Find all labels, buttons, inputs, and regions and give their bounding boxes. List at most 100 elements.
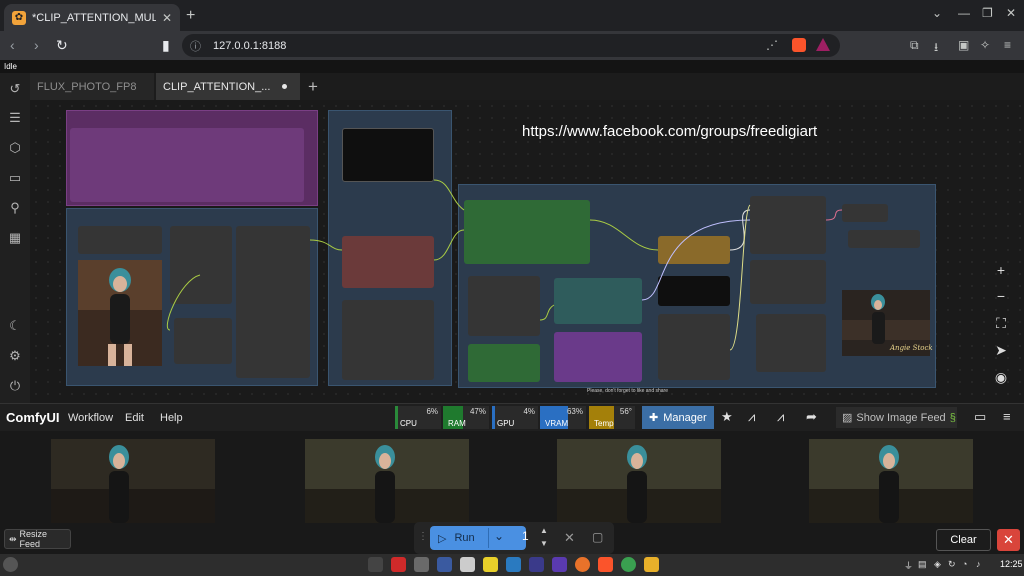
share-icon[interactable]: ⋰ <box>766 38 778 52</box>
temp-value: 56° <box>619 407 632 416</box>
workflow-tabs: FLUX_PHOTO_FP8 CLIP_ATTENTION_... + <box>30 73 1024 100</box>
krita-app-icon[interactable] <box>552 557 567 572</box>
zoom-in-button[interactable]: + <box>990 262 1012 282</box>
feed-image-1[interactable] <box>51 439 215 523</box>
new-tab-button[interactable]: + <box>186 7 195 25</box>
comfyui-favicon-icon: ✿ <box>12 10 26 25</box>
tab-search-chevron-icon[interactable]: ⌄ <box>932 6 942 20</box>
folder-app-icon[interactable] <box>644 557 659 572</box>
chrome-app-icon[interactable] <box>621 557 636 572</box>
terminal-app-icon[interactable] <box>368 557 383 572</box>
bottom-panel-toggle-icon[interactable]: ▭ <box>974 409 986 425</box>
feed-image-3[interactable] <box>557 439 721 523</box>
clipboard-icon[interactable]: ▤ <box>918 559 927 570</box>
shield-icon[interactable]: ◈ <box>934 559 941 570</box>
workflow-scale-icon[interactable]: ⩘ <box>777 409 784 425</box>
run-button[interactable]: ▷ Run ⌄ <box>430 526 526 550</box>
wifi-icon[interactable]: ◔ <box>962 559 967 569</box>
vram-percent: 63% <box>566 407 583 416</box>
workflow-tab-clip-attention[interactable]: CLIP_ATTENTION_... <box>156 73 300 100</box>
cancel-icon[interactable]: ✕ <box>564 530 575 546</box>
node-library-icon[interactable]: ⬡ <box>7 140 23 156</box>
vscode-app-icon[interactable] <box>529 557 544 572</box>
bookmark-icon[interactable]: ▮ <box>162 37 170 54</box>
reload-button[interactable]: ↻ <box>56 37 68 54</box>
toggle-links-visibility-button[interactable]: ◉ <box>990 369 1012 389</box>
show-image-feed-button[interactable]: ▨ Show Image Feed § <box>836 407 957 428</box>
brave-shields-icon[interactable] <box>792 38 806 52</box>
media-app-icon[interactable] <box>391 557 406 572</box>
sticky-app-icon[interactable] <box>483 557 498 572</box>
share-arrow-icon[interactable]: ➦ <box>806 409 817 425</box>
volume-icon[interactable]: ♪ <box>976 559 981 569</box>
queue-list-icon[interactable]: ☰ <box>7 110 23 126</box>
node-graph-canvas[interactable]: Angie Stock https://www.facebook.com/gro… <box>30 100 1024 403</box>
brave-rewards-icon[interactable] <box>816 38 830 51</box>
address-bar[interactable]: ⓘ 127.0.0.1:8188 ⋰ <box>182 34 840 57</box>
resize-icon: ⇹ <box>9 533 17 544</box>
browser-menu-icon[interactable]: ≡ <box>1004 38 1011 52</box>
batch-count-input[interactable]: 1 <box>522 529 529 543</box>
files-app-icon[interactable] <box>437 557 452 572</box>
run-mode-chevron-icon[interactable]: ⌄ <box>494 529 504 543</box>
theme-toggle-icon[interactable]: ☾ <box>7 318 23 334</box>
zoom-out-button[interactable]: − <box>990 288 1012 308</box>
browser-tab[interactable]: ✿ *CLIP_ATTENTION_MULTIP ✕ <box>4 4 180 31</box>
calc-app-icon[interactable] <box>460 557 475 572</box>
minimize-window-button[interactable]: — <box>958 6 970 20</box>
model-scale-icon[interactable]: ⩘ <box>748 409 755 425</box>
menu-workflow[interactable]: Workflow <box>68 412 113 424</box>
image-gallery-icon[interactable]: ▦ <box>7 230 23 246</box>
brave-app-icon[interactable] <box>598 557 613 572</box>
star-icon[interactable]: ★ <box>721 409 733 425</box>
workflow-tab-flux[interactable]: FLUX_PHOTO_FP8 <box>30 73 154 100</box>
increment-icon[interactable]: ▲ <box>540 526 548 535</box>
forward-button[interactable]: › <box>34 37 39 53</box>
stop-icon[interactable]: ▢ <box>592 530 603 544</box>
wallet-icon[interactable]: ▣ <box>958 38 969 52</box>
run-label: Run <box>454 532 475 544</box>
firefox-app-icon[interactable] <box>575 557 590 572</box>
manager-button[interactable]: ✚ Manager <box>642 406 714 429</box>
menu-edit[interactable]: Edit <box>125 412 144 424</box>
downloads-icon[interactable]: ⭳ <box>934 38 938 59</box>
feed-image-4[interactable] <box>809 439 973 523</box>
feed-image-2[interactable] <box>305 439 469 523</box>
extensions-icon[interactable]: ⧉ <box>910 38 919 53</box>
start-menu-icon[interactable] <box>3 557 18 572</box>
history-icon[interactable]: ↺ <box>7 81 23 97</box>
clock-text: 12:25 <box>1000 559 1023 569</box>
menu-help[interactable]: Help <box>160 412 183 424</box>
model-library-icon[interactable]: ⚲ <box>7 200 23 216</box>
hamburger-menu-icon[interactable]: ≡ <box>1003 409 1011 424</box>
clear-feed-button[interactable]: Clear <box>936 529 991 551</box>
ram-percent: 47% <box>469 407 486 416</box>
back-button[interactable]: ‹ <box>10 37 15 53</box>
close-window-button[interactable]: ✕ <box>1006 6 1016 20</box>
fit-view-button[interactable]: ⛶ <box>990 315 1012 335</box>
comfyui-logo: ComfyUI <box>6 410 60 425</box>
ram-label: RAM <box>448 419 466 428</box>
folder-icon[interactable]: ▭ <box>7 170 23 186</box>
temp-monitor: 56° Temp <box>589 406 635 429</box>
resize-feed-button[interactable]: ⇹ Resize Feed <box>4 529 71 549</box>
select-mode-button[interactable]: ➤ <box>990 342 1012 362</box>
decrement-icon[interactable]: ▼ <box>540 539 548 548</box>
close-tab-icon[interactable]: ✕ <box>162 11 172 25</box>
leo-ai-icon[interactable]: ✧ <box>980 38 990 52</box>
site-info-icon[interactable]: ⓘ <box>190 38 201 54</box>
drag-handle-icon[interactable]: ⋮ <box>418 531 428 542</box>
dev-app-icon[interactable] <box>506 557 521 572</box>
queue-run-bar: ⋮ ▷ Run ⌄ 1 ▲ ▼ ✕ ▢ <box>414 522 614 554</box>
ram-monitor: 47% RAM <box>443 406 489 429</box>
new-workflow-button[interactable]: + <box>308 77 318 97</box>
puzzle-icon: ✚ <box>649 412 659 424</box>
usb-icon[interactable]: ⏚ <box>904 559 913 572</box>
settings-gear-icon[interactable]: ⚙ <box>7 348 23 364</box>
notes-app-icon[interactable] <box>414 557 429 572</box>
update-icon[interactable]: ↻ <box>948 559 956 570</box>
restore-window-button[interactable]: ❐ <box>982 6 993 20</box>
close-feed-button[interactable]: ✕ <box>997 529 1020 551</box>
power-icon[interactable]: ⏻ <box>7 378 23 394</box>
gpu-monitor: 4% GPU <box>492 406 538 429</box>
